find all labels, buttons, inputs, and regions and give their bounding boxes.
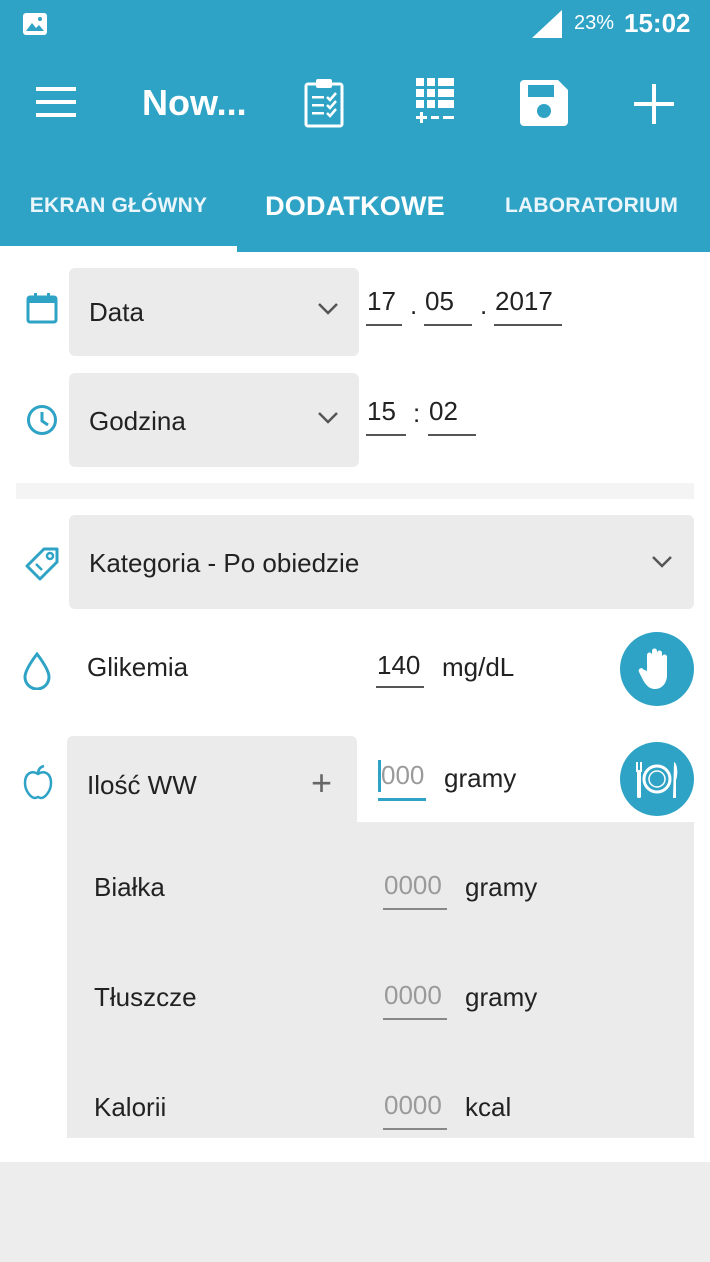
chevron-down-icon [318, 412, 338, 424]
section-divider [16, 483, 694, 499]
tab-label: EKRAN GŁÓWNY [29, 194, 208, 217]
category-label: Kategoria - Po obiedzie [89, 548, 360, 578]
protein-label: Białka [94, 872, 165, 902]
apple-icon [23, 764, 53, 800]
bottom-area [0, 1162, 710, 1262]
date-label: Data [89, 297, 144, 327]
calories-label: Kalorii [94, 1092, 167, 1122]
glycemia-label: Glikemia [87, 652, 189, 682]
chevron-down-icon [652, 556, 672, 568]
tab-bar: EKRAN GŁÓWNY DODATKOWE LABORATORIUM [0, 160, 710, 252]
image-notification-icon [23, 13, 47, 35]
menu-icon[interactable] [36, 85, 76, 119]
drop-icon [23, 652, 51, 690]
carbs-input[interactable]: 000 [378, 758, 426, 801]
plate-cutlery-icon [636, 762, 678, 798]
protein-input[interactable]: 0000 [383, 870, 447, 910]
nutrients-panel: Białka 0000 gramy Tłuszcze 0000 gramy Ka… [67, 822, 694, 1138]
fat-unit: gramy [465, 982, 538, 1012]
tab-indicator [0, 246, 237, 252]
time-label: Godzina [89, 406, 186, 436]
tab-ekran-glowny[interactable]: EKRAN GŁÓWNY [0, 160, 237, 252]
app-title: Now... [142, 82, 247, 123]
clipboard-icon[interactable] [304, 78, 344, 128]
keypad-icon[interactable] [416, 78, 454, 126]
tag-icon [25, 547, 59, 581]
carbs-panel-header[interactable]: Ilość WW + [67, 736, 357, 826]
manual-entry-button[interactable] [620, 632, 694, 706]
tab-dodatkowe[interactable]: DODATKOWE [237, 160, 473, 252]
date-separator: . [480, 290, 488, 320]
date-separator: . [410, 290, 418, 320]
app-bar: Now... [0, 50, 710, 160]
save-icon[interactable] [520, 80, 568, 126]
day-input[interactable]: 17 [366, 286, 402, 326]
month-input[interactable]: 05 [424, 286, 472, 326]
calendar-icon [26, 293, 58, 324]
minute-input[interactable]: 02 [428, 396, 476, 436]
time-separator: : [413, 398, 421, 428]
carbs-label: Ilość WW [87, 770, 197, 800]
clock-text: 15:02 [624, 8, 691, 38]
hand-icon [638, 648, 667, 689]
tab-label: LABORATORIUM [504, 194, 679, 217]
battery-text: 23% [574, 12, 615, 34]
fat-label: Tłuszcze [94, 982, 197, 1012]
protein-unit: gramy [465, 872, 538, 902]
calories-input[interactable]: 0000 [383, 1090, 447, 1130]
add-icon[interactable] [634, 84, 674, 124]
clock-icon [27, 405, 57, 435]
carbs-unit: gramy [444, 763, 517, 793]
category-dropdown[interactable]: Kategoria - Po obiedzie [69, 515, 694, 609]
signal-icon [532, 10, 562, 38]
tab-label: DODATKOWE [265, 190, 445, 221]
expand-plus-icon: + [311, 762, 333, 803]
glycemia-unit: mg/dL [442, 652, 515, 682]
chevron-down-icon [318, 303, 338, 315]
year-input[interactable]: 2017 [494, 286, 562, 326]
date-dropdown[interactable]: Data [69, 268, 359, 356]
calories-unit: kcal [465, 1092, 512, 1122]
status-bar: 23% 15:02 [0, 0, 710, 50]
glycemia-input[interactable]: 140 [376, 648, 424, 688]
time-dropdown[interactable]: Godzina [69, 373, 359, 467]
tab-laboratorium[interactable]: LABORATORIUM [473, 160, 710, 252]
hour-input[interactable]: 15 [366, 396, 406, 436]
fat-input[interactable]: 0000 [383, 980, 447, 1020]
meal-button[interactable] [620, 742, 694, 816]
